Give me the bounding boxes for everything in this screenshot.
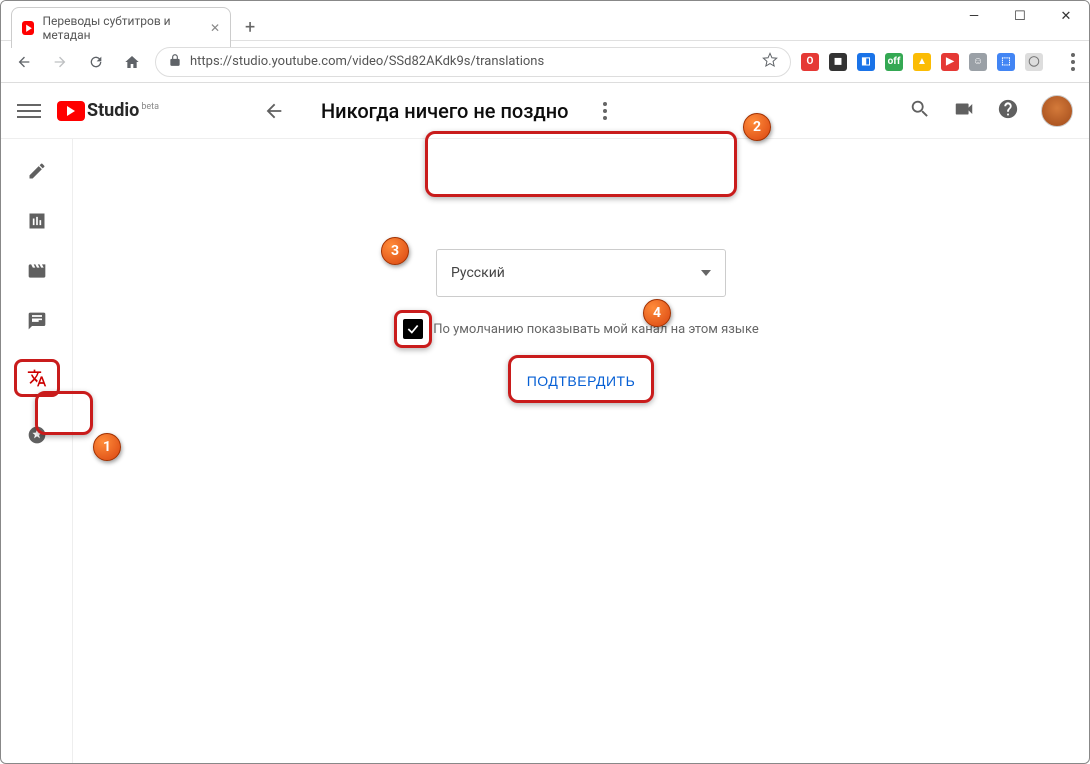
window-maximize-button[interactable]: ☐: [997, 1, 1043, 31]
marker-3: 3: [381, 237, 409, 265]
window-minimize-button[interactable]: —: [951, 1, 997, 31]
new-tab-button[interactable]: +: [237, 13, 263, 42]
ext-icon-2[interactable]: ◼: [829, 53, 847, 71]
youtube-logo-icon: [57, 101, 85, 121]
hamburger-menu-button[interactable]: [17, 104, 41, 118]
user-avatar[interactable]: [1041, 95, 1073, 127]
nav-back-button[interactable]: [11, 49, 37, 75]
side-nav-bottom: [1, 625, 73, 751]
ext-icon-6[interactable]: ▶: [941, 53, 959, 71]
url-field[interactable]: https://studio.youtube.com/video/SSd82AK…: [155, 47, 791, 77]
ext-icon-7[interactable]: ☺: [969, 53, 987, 71]
studio-logo-text: Studio: [87, 100, 139, 121]
nav-translations-icon[interactable]: [14, 359, 60, 397]
nav-home-button[interactable]: [119, 49, 145, 75]
bookmark-star-icon[interactable]: [762, 52, 778, 72]
create-icon[interactable]: [953, 98, 975, 124]
main-content: Русский По умолчанию показывать мой кана…: [73, 139, 1089, 763]
chevron-down-icon: [701, 270, 711, 276]
default-language-checkbox[interactable]: [403, 319, 423, 339]
url-text: https://studio.youtube.com/video/SSd82AK…: [190, 54, 754, 69]
help-icon[interactable]: [997, 98, 1019, 124]
nav-editor-icon[interactable]: [25, 259, 49, 283]
ext-icon-5[interactable]: ▲: [913, 53, 931, 71]
browser-menu-button[interactable]: [1053, 49, 1079, 75]
window-titlebar: Переводы субтитров и метадан ✕ + — ☐ ✕: [1, 1, 1089, 41]
video-title: Никогда ничего не поздно: [321, 99, 569, 123]
profile-icon[interactable]: ◯: [1025, 53, 1043, 71]
extensions-area: O ◼ ◧ off ▲ ▶ ☺ ⬚ ◯: [801, 49, 1079, 75]
language-select-value: Русский: [451, 265, 505, 281]
confirm-button[interactable]: ПОДТВЕРДИТЬ: [509, 363, 654, 399]
browser-tab[interactable]: Переводы субтитров и метадан ✕: [11, 7, 231, 48]
language-select[interactable]: Русский: [436, 249, 726, 297]
video-back-button[interactable]: [261, 98, 287, 124]
tab-title: Переводы субтитров и метадан: [42, 14, 201, 42]
nav-reload-button[interactable]: [83, 49, 109, 75]
video-more-actions-button[interactable]: [603, 102, 607, 120]
marker-2: 2: [743, 113, 771, 141]
address-bar: https://studio.youtube.com/video/SSd82AK…: [1, 41, 1089, 83]
callout-2: [425, 131, 737, 197]
ext-icon-4[interactable]: off: [885, 53, 903, 71]
default-language-row: По умолчанию показывать мой канал на это…: [403, 319, 759, 339]
marker-1: 1: [93, 433, 121, 461]
default-language-label: По умолчанию показывать мой канал на это…: [433, 322, 759, 337]
ext-icon-3[interactable]: ◧: [857, 53, 875, 71]
nav-forward-button[interactable]: [47, 49, 73, 75]
nav-other-icon[interactable]: [25, 423, 49, 447]
nav-comments-icon[interactable]: [25, 309, 49, 333]
lock-icon: [168, 53, 182, 71]
ext-icon-8[interactable]: ⬚: [997, 53, 1015, 71]
marker-4: 4: [643, 299, 671, 327]
youtube-favicon: [22, 21, 34, 35]
ext-icon-1[interactable]: O: [801, 53, 819, 71]
nav-edit-icon[interactable]: [25, 159, 49, 183]
studio-beta-label: beta: [141, 102, 159, 112]
window-close-button[interactable]: ✕: [1043, 1, 1089, 31]
studio-logo[interactable]: Studio beta: [57, 100, 159, 121]
tab-close-icon[interactable]: ✕: [210, 21, 220, 35]
nav-analytics-icon[interactable]: [25, 209, 49, 233]
studio-header: Studio beta Никогда ничего не поздно: [1, 83, 1089, 139]
search-icon[interactable]: [909, 98, 931, 124]
